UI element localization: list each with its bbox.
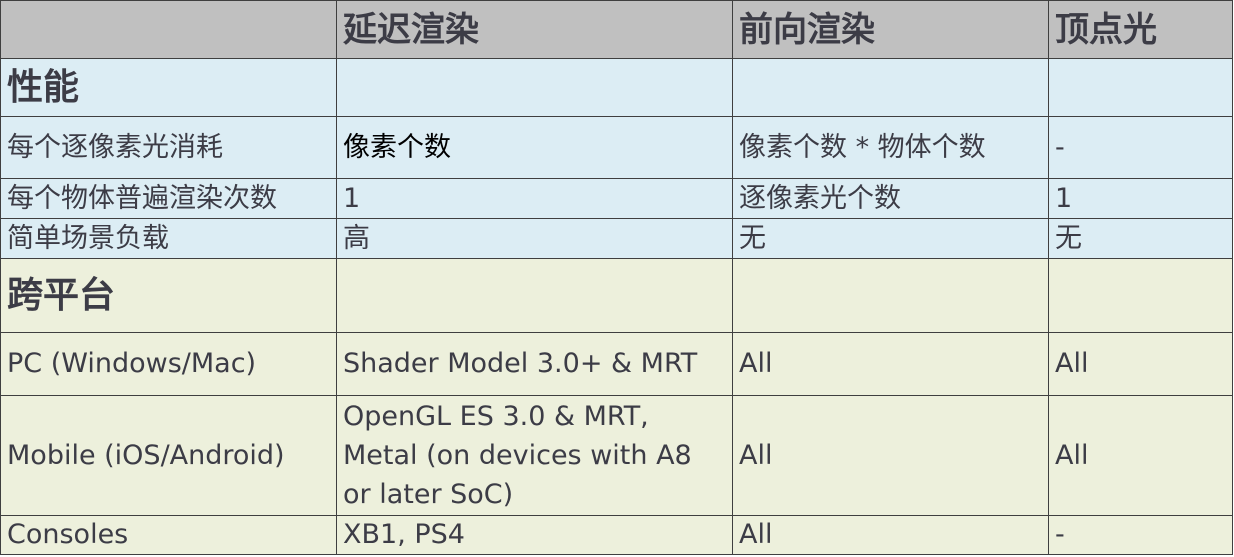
empty-cell	[336, 58, 733, 117]
row-label: Mobile (iOS/Android)	[0, 395, 337, 516]
comparison-table: 延迟渲染 前向渲染 顶点光 性能 每个逐像素光消耗 像素个数 像素个数 * 物体…	[0, 0, 1233, 555]
header-corner	[0, 0, 337, 59]
deferred-cell: 1	[336, 178, 733, 219]
section-title-performance: 性能	[0, 58, 337, 117]
row-label: Consoles	[0, 515, 337, 555]
row-label: 每个物体普遍渲染次数	[0, 178, 337, 219]
deferred-cell: OpenGL ES 3.0 & MRT, Metal (on devices w…	[336, 395, 733, 516]
header-vertex: 顶点光	[1048, 0, 1233, 59]
row-label: 简单场景负载	[0, 218, 337, 259]
deferred-cell: Shader Model 3.0+ & MRT	[336, 332, 733, 396]
vertex-cell: -	[1048, 515, 1233, 555]
empty-cell	[1048, 58, 1233, 117]
forward-cell: 像素个数 * 物体个数	[732, 116, 1049, 179]
forward-cell: All	[732, 515, 1049, 555]
deferred-cell: 高	[336, 218, 733, 259]
empty-cell	[1048, 258, 1233, 333]
table-row: Consoles XB1, PS4 All -	[0, 515, 1233, 555]
header-forward: 前向渲染	[732, 0, 1049, 59]
table-row: PC (Windows/Mac) Shader Model 3.0+ & MRT…	[0, 332, 1233, 396]
row-label: PC (Windows/Mac)	[0, 332, 337, 396]
empty-cell	[732, 58, 1049, 117]
forward-cell: All	[732, 395, 1049, 516]
section-row-platform: 跨平台	[0, 258, 1233, 333]
header-row: 延迟渲染 前向渲染 顶点光	[0, 0, 1233, 59]
empty-cell	[336, 258, 733, 333]
row-label: 每个逐像素光消耗	[0, 116, 337, 179]
deferred-cell: 像素个数	[336, 116, 733, 179]
vertex-cell: All	[1048, 332, 1233, 396]
table-row: Mobile (iOS/Android) OpenGL ES 3.0 & MRT…	[0, 395, 1233, 516]
deferred-cell: XB1, PS4	[336, 515, 733, 555]
table-row: 每个逐像素光消耗 像素个数 像素个数 * 物体个数 -	[0, 116, 1233, 179]
vertex-cell: 无	[1048, 218, 1233, 259]
vertex-cell: All	[1048, 395, 1233, 516]
section-row-performance: 性能	[0, 58, 1233, 117]
section-title-platform: 跨平台	[0, 258, 337, 333]
forward-cell: 无	[732, 218, 1049, 259]
header-deferred: 延迟渲染	[336, 0, 733, 59]
table-row: 每个物体普遍渲染次数 1 逐像素光个数 1	[0, 178, 1233, 219]
forward-cell: 逐像素光个数	[732, 178, 1049, 219]
table-row: 简单场景负载 高 无 无	[0, 218, 1233, 259]
vertex-cell: -	[1048, 116, 1233, 179]
forward-cell: All	[732, 332, 1049, 396]
vertex-cell: 1	[1048, 178, 1233, 219]
empty-cell	[732, 258, 1049, 333]
